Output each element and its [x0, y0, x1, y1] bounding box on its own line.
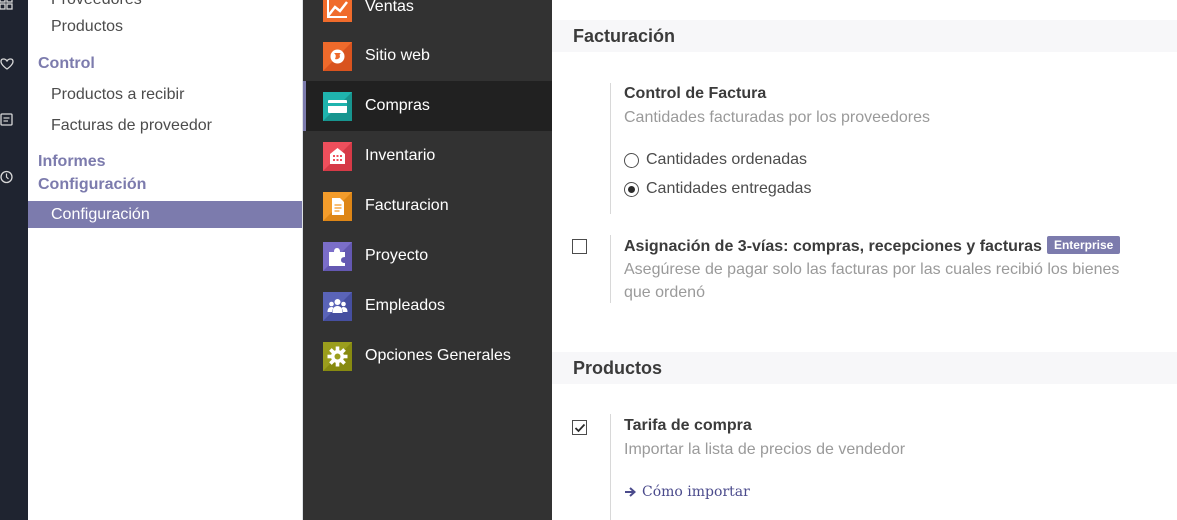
app-label-compras: Compras [365, 97, 430, 114]
section-title-facturacion: Facturación [552, 20, 1177, 52]
sidebar-item-productos-a-recibir[interactable]: Productos a recibir [28, 81, 302, 108]
credit-card-icon [323, 91, 352, 121]
checkmark-icon [574, 423, 586, 433]
radio-label-ordenadas: Cantidades ordenadas [646, 151, 808, 168]
app-row-empleados[interactable]: Empleados [303, 281, 552, 331]
radio-button-unchecked[interactable] [624, 152, 639, 168]
setting-divider-tarifa [610, 414, 611, 520]
setting-desc-three-way: Asegúrese de pagar solo las facturas por… [624, 261, 1120, 301]
app-label-sitio-web: Sitio web [365, 47, 430, 64]
app-row-facturacion[interactable]: Facturacion [303, 181, 552, 231]
sidebar-item-proveedores[interactable]: Proveedores [28, 0, 302, 13]
apps-grid-icon[interactable] [0, 0, 14, 14]
radio-label-entregadas: Cantidades entregadas [646, 180, 812, 197]
building-icon [323, 141, 352, 171]
globe-icon [323, 41, 352, 71]
setting-title-tarifa: Tarifa de compra [624, 417, 752, 434]
checkbox-tarifa-de-compra[interactable] [572, 420, 587, 435]
app-row-compras[interactable]: Compras [303, 81, 552, 131]
setting-title-control-factura: Control de Factura [624, 85, 767, 102]
message-icon[interactable] [0, 113, 14, 127]
checkbox-three-way-matching[interactable] [572, 239, 587, 254]
three-way-title-text: Asignación de 3-vías: compras, recepcion… [624, 238, 1042, 255]
app-row-proyecto[interactable]: Proyecto [303, 231, 552, 281]
purchase-sidebar: Proveedores Productos Control Productos … [28, 0, 303, 520]
app-label-empleados: Empleados [365, 297, 446, 314]
sidebar-header-informes[interactable]: Informes [38, 151, 106, 173]
users-icon [323, 291, 352, 321]
app-row-sitio-web[interactable]: Sitio web [303, 31, 552, 81]
como-importar-link[interactable]: Cómo importar [624, 484, 750, 500]
enterprise-badge[interactable]: Enterprise [1046, 236, 1121, 254]
app-label-opciones-generales: Opciones Generales [365, 347, 511, 364]
clock-icon[interactable] [0, 170, 14, 184]
app-label-proyecto: Proyecto [365, 247, 429, 264]
app-row-inventario[interactable]: Inventario [303, 131, 552, 181]
heart-icon[interactable] [0, 57, 14, 71]
setting-desc-tarifa: Importar la lista de precios de vendedor [624, 441, 906, 458]
setting-desc-control-factura: Cantidades facturadas por los proveedore… [624, 109, 930, 126]
app-row-ventas[interactable]: Ventas [303, 0, 552, 32]
setting-title-three-way: Asignación de 3-vías: compras, recepcion… [624, 236, 1121, 256]
app-label-facturacion: Facturacion [365, 197, 449, 214]
app-row-opciones-generales[interactable]: Opciones Generales [303, 331, 552, 381]
app-label-ventas: Ventas [365, 0, 414, 15]
invoice-icon [323, 191, 352, 221]
settings-app-list: Ventas Sitio web Compras Inventario Fact… [303, 0, 552, 520]
icon-rail [0, 0, 28, 520]
app-label-inventario: Inventario [365, 147, 436, 164]
setting-divider-three-way [610, 235, 611, 303]
settings-content: Facturación Control de Factura Cantidade… [552, 0, 1177, 520]
sidebar-item-productos[interactable]: Productos [28, 13, 302, 40]
radio-cantidades-ordenadas[interactable]: Cantidades ordenadas [624, 151, 807, 169]
radio-button-checked[interactable] [624, 181, 639, 197]
setting-divider-control-factura [610, 83, 611, 214]
sidebar-header-configuracion[interactable]: Configuración [38, 174, 146, 196]
ventas-chart-icon [323, 0, 352, 22]
como-importar-label: Cómo importar [642, 484, 750, 500]
section-title-productos: Productos [552, 352, 1177, 384]
gear-icon [323, 341, 352, 371]
arrow-right-icon [625, 487, 637, 497]
radio-cantidades-entregadas[interactable]: Cantidades entregadas [624, 180, 811, 198]
sidebar-item-facturas-de-proveedor[interactable]: Facturas de proveedor [28, 112, 302, 139]
sidebar-item-configuracion[interactable]: Configuración [28, 201, 302, 228]
sidebar-header-control[interactable]: Control [38, 53, 95, 75]
puzzle-icon [323, 241, 352, 271]
